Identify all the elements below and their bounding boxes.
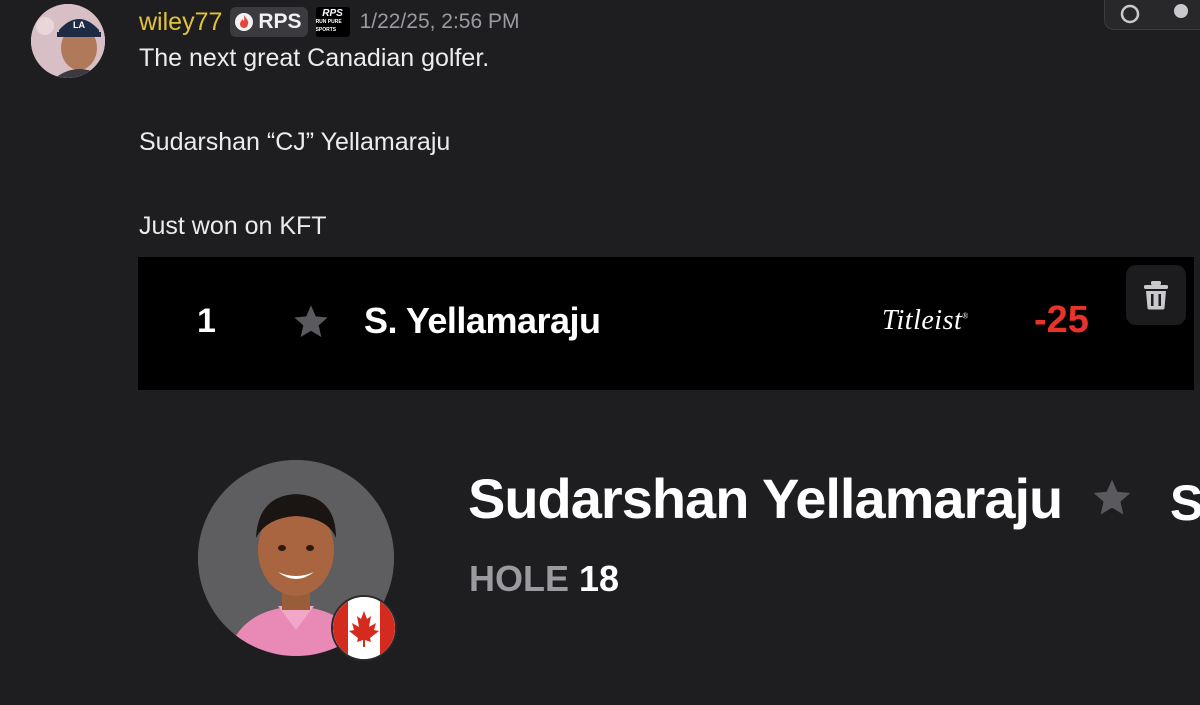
hole-info: HOLE 18 [469,558,619,600]
fire-icon [235,13,254,31]
leaderboard-player-name: S. Yellamaraju [364,300,601,341]
avatar[interactable]: LA [31,4,105,78]
message-text-line-2: Sudarshan “CJ” Yellamaraju [139,128,451,156]
hole-number: 18 [579,558,620,599]
username[interactable]: wiley77 [139,8,222,37]
sponsor-logo: Titleist® [882,305,969,336]
delete-attachment-button[interactable] [1126,265,1186,325]
truncated-text: S [1170,475,1200,531]
role-badge[interactable]: RPS [230,7,308,37]
more-icon[interactable] [1169,1,1193,25]
rps-logo: RPS RUN PURE SPORTS [315,7,350,37]
leaderboard-score: -25 [1034,299,1089,341]
leaderboard-row[interactable]: 1 S. Yellamaraju Titleist® -25 [138,257,1194,390]
svg-text:LA: LA [73,20,85,30]
message-text-line-1: The next great Canadian golfer. [139,44,490,72]
leaderboard-position: 1 [197,302,216,340]
trash-icon [1144,281,1168,310]
message-text-line-3: Just won on KFT [139,212,327,240]
canada-flag-icon [331,595,397,661]
message-header: wiley77 RPS RPS RUN PURE SPORTS 1/22/25,… [139,4,520,40]
message-toolbar [1104,0,1200,30]
reaction-icon[interactable] [1119,3,1141,25]
star-icon[interactable] [1090,476,1134,520]
role-badge-label: RPS [258,10,302,33]
timestamp: 1/22/25, 2:56 PM [359,10,520,33]
profile-player-name: Sudarshan Yellamaraju [468,467,1063,530]
star-icon[interactable] [291,302,331,342]
hole-label: HOLE [469,558,570,599]
